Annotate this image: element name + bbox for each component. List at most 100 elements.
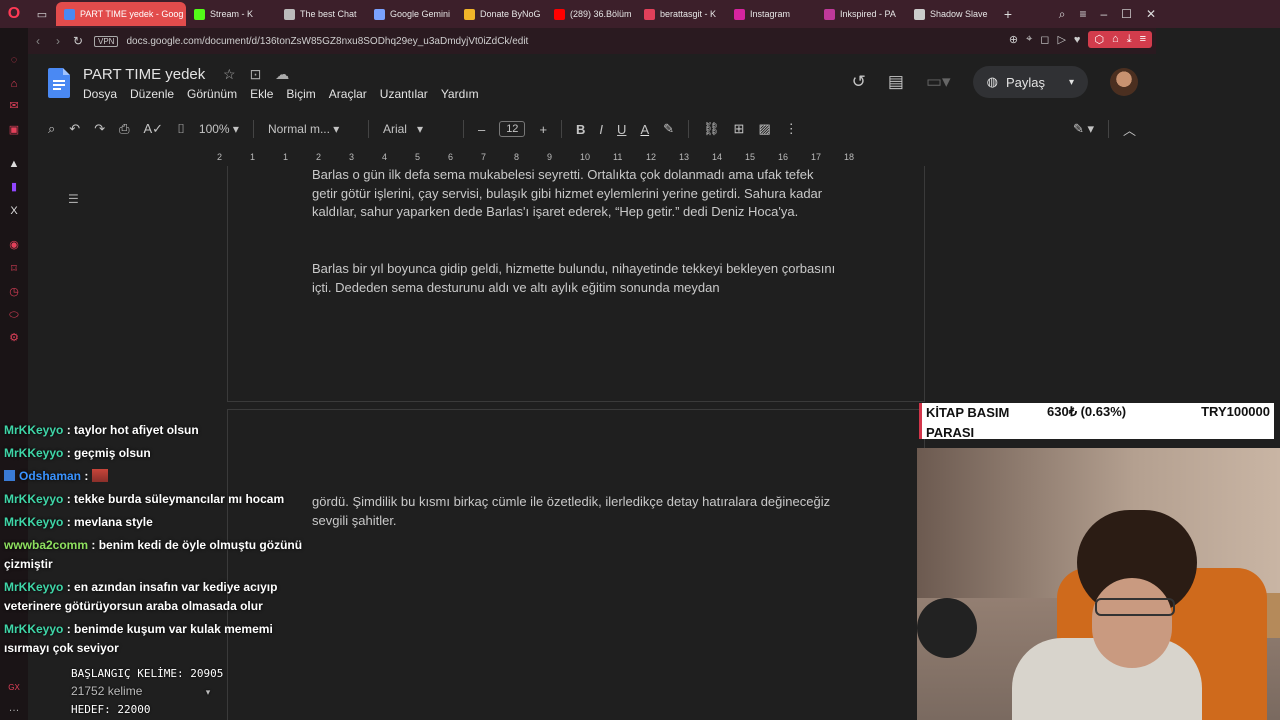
chat-username[interactable]: MrKKeyyo bbox=[4, 446, 63, 460]
move-folder-icon[interactable]: ⊡ bbox=[250, 66, 262, 83]
font-size-input[interactable]: 12 bbox=[499, 121, 526, 137]
page-1[interactable]: Barlas o gün ilk defa sema mukabelesi se… bbox=[227, 166, 925, 402]
pinboard-icon[interactable]: ⬭ bbox=[8, 309, 20, 321]
zoom-select[interactable]: 100% ▾ bbox=[199, 122, 239, 136]
menu-item[interactable]: Uzantılar bbox=[380, 87, 428, 101]
opera-logo-icon[interactable]: O bbox=[0, 0, 28, 28]
tab-switcher-icon[interactable]: ▭ bbox=[28, 0, 56, 28]
search-tabs-icon[interactable]: ⌕ bbox=[1059, 7, 1066, 22]
chat-username[interactable]: wwwba2comm bbox=[4, 538, 88, 552]
menu-item[interactable]: Dosya bbox=[83, 87, 117, 101]
browser-tab[interactable]: Instagram bbox=[726, 2, 816, 26]
style-select[interactable]: Normal m... ▾ bbox=[268, 122, 354, 136]
menu-icon[interactable]: ≡ bbox=[1079, 7, 1086, 21]
word-count[interactable]: 21752 kelime ▾ bbox=[71, 683, 223, 702]
pin-icon[interactable]: ⌖ bbox=[1026, 33, 1032, 46]
undo-icon[interactable]: ↶ bbox=[69, 121, 80, 137]
spellcheck-icon[interactable]: A✓ bbox=[144, 121, 164, 137]
docs-logo-icon[interactable] bbox=[48, 68, 70, 98]
bold-icon[interactable]: B bbox=[576, 122, 585, 137]
print-icon[interactable]: ⎙ bbox=[119, 121, 129, 137]
close-icon[interactable]: ✕ bbox=[1146, 7, 1156, 21]
editing-mode-icon[interactable]: ✎ ▾ bbox=[1073, 121, 1094, 137]
twitch-icon[interactable]: ▮ bbox=[8, 181, 20, 193]
settings-icon[interactable]: ⚙ bbox=[8, 332, 20, 344]
zoom-icon[interactable]: ⊕ bbox=[1009, 33, 1018, 46]
menu-item[interactable]: Yardım bbox=[441, 87, 479, 101]
chat-username[interactable]: MrKKeyyo bbox=[4, 515, 63, 529]
browser-tab[interactable]: Stream - K bbox=[186, 2, 276, 26]
font-select[interactable]: Arial ▾ bbox=[383, 122, 449, 136]
wallet-icon[interactable]: ⌂ bbox=[1112, 33, 1119, 46]
collapse-menus-icon[interactable]: ︿ bbox=[1123, 120, 1136, 139]
document-title[interactable]: PART TIME yedek bbox=[83, 66, 205, 83]
italic-icon[interactable]: I bbox=[599, 122, 603, 137]
chat-username[interactable]: MrKKeyyo bbox=[4, 492, 63, 506]
highlight-icon[interactable]: ✎ bbox=[663, 121, 674, 137]
forward-icon[interactable]: › bbox=[48, 34, 68, 48]
maximize-icon[interactable]: ☐ bbox=[1121, 7, 1132, 21]
browser-tab[interactable]: berattasgit - K bbox=[636, 2, 726, 26]
star-icon[interactable]: ☆ bbox=[223, 66, 236, 83]
more-tools-icon[interactable]: ⋮ bbox=[785, 121, 798, 137]
browser-tab[interactable]: Donate ByNoG bbox=[456, 2, 546, 26]
ruler[interactable]: 2 1 1 2 3 4 5 6 7 8 9 10 11 12 13 14 15 16 17 18 bbox=[213, 152, 913, 164]
search-menus-icon[interactable]: ⌕ bbox=[48, 121, 55, 137]
mail-icon[interactable]: ▣ bbox=[8, 124, 20, 136]
bookmarks-icon[interactable]: ⌑ bbox=[8, 263, 20, 275]
vpn-badge[interactable]: VPN bbox=[94, 35, 119, 47]
decrease-font-size-icon[interactable]: – bbox=[478, 122, 485, 137]
increase-font-size-icon[interactable]: + bbox=[539, 122, 547, 137]
browser-tab[interactable]: Inkspired - PA bbox=[816, 2, 906, 26]
snapshot-icon[interactable]: ◻ bbox=[1040, 33, 1049, 46]
heart-icon[interactable]: ♥ bbox=[1074, 34, 1081, 46]
more-icon[interactable]: … bbox=[8, 702, 20, 714]
browser-tab[interactable]: Shadow Slave bbox=[906, 2, 996, 26]
share-dropdown-icon[interactable]: ▾ bbox=[1069, 77, 1074, 88]
menu-item[interactable]: Ekle bbox=[250, 87, 273, 101]
comment-add-icon[interactable]: ⊞ bbox=[734, 121, 745, 137]
chat-username[interactable]: MrKKeyyo bbox=[4, 423, 63, 437]
browser-tab[interactable]: Google Gemini bbox=[366, 2, 456, 26]
image-icon[interactable]: ▨ bbox=[758, 121, 770, 137]
download-icon[interactable]: ⤓ bbox=[1127, 33, 1132, 46]
menu-item[interactable]: Araçlar bbox=[329, 87, 367, 101]
page-2[interactable]: gördü. Şimdilik bu kısmı birkaç cümle il… bbox=[227, 409, 925, 720]
cloud-status-icon[interactable]: ☁ bbox=[275, 66, 289, 83]
player-icon[interactable]: ◉ bbox=[8, 239, 20, 251]
messenger-icon[interactable]: ✉ bbox=[8, 100, 20, 112]
minimize-icon[interactable]: – bbox=[1100, 7, 1107, 21]
easy-setup-icon[interactable]: ≡ bbox=[1140, 33, 1146, 46]
link-icon[interactable]: ⛓ bbox=[703, 121, 720, 137]
menu-item[interactable]: Görünüm bbox=[187, 87, 237, 101]
chat-username[interactable]: Odshaman bbox=[19, 469, 81, 483]
browser-tab[interactable]: The best Chat bbox=[276, 2, 366, 26]
play-icon[interactable]: ▷ bbox=[1057, 33, 1065, 46]
redo-icon[interactable]: ↷ bbox=[94, 121, 105, 137]
aria-icon[interactable]: ◌ bbox=[8, 54, 20, 66]
share-button[interactable]: ◍ Paylaş ▾ bbox=[972, 66, 1088, 98]
browser-tab[interactable]: (289) 36.Bölüm bbox=[546, 2, 636, 26]
menu-item[interactable]: Düzenle bbox=[130, 87, 174, 101]
chat-username[interactable]: MrKKeyyo bbox=[4, 622, 63, 636]
version-history-icon[interactable]: ↺ bbox=[852, 72, 866, 92]
document-outline-icon[interactable]: ☰ bbox=[68, 192, 79, 206]
comments-icon[interactable]: ▤ bbox=[888, 72, 904, 92]
extension-icon[interactable]: ⬡ bbox=[1094, 33, 1104, 46]
menu-item[interactable]: Biçim bbox=[286, 87, 315, 101]
reload-icon[interactable]: ↻ bbox=[68, 34, 88, 48]
url-field[interactable]: docs.google.com/document/d/136tonZsW85GZ… bbox=[126, 36, 528, 47]
paint-format-icon[interactable]: ⌷ bbox=[177, 121, 185, 137]
browser-tab[interactable]: PART TIME yedek - Goog bbox=[56, 2, 186, 26]
new-tab-icon[interactable]: + bbox=[996, 6, 1020, 22]
text-color-icon[interactable]: A bbox=[640, 122, 649, 137]
chat-username[interactable]: MrKKeyyo bbox=[4, 580, 63, 594]
app-icon[interactable]: ▲ bbox=[8, 158, 20, 170]
meet-icon[interactable]: ▭▾ bbox=[926, 72, 951, 92]
back-icon[interactable]: ‹ bbox=[28, 34, 48, 48]
underline-icon[interactable]: U bbox=[617, 122, 626, 137]
avatar[interactable] bbox=[1110, 68, 1138, 96]
crypto-wallet-icon[interactable]: ⌂ bbox=[8, 78, 20, 90]
gx-icon[interactable]: GX bbox=[8, 682, 20, 694]
x-icon[interactable]: X bbox=[8, 205, 20, 217]
